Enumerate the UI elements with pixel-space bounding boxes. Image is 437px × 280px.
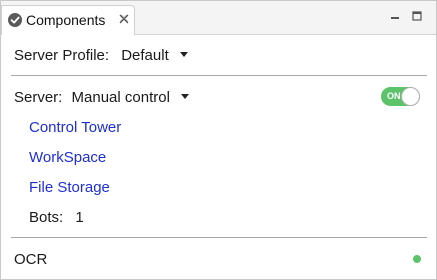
maximize-icon[interactable] <box>410 9 424 23</box>
server-profile-row: Server Profile: Default <box>14 47 188 65</box>
ocr-label: OCR <box>14 251 48 268</box>
server-profile-value: Default <box>121 47 169 64</box>
control-tower-link[interactable]: Control Tower <box>29 119 121 137</box>
server-profile-label: Server Profile: <box>14 47 110 64</box>
server-row: Server: Manual control <box>14 89 189 107</box>
server-profile-dropdown[interactable]: Default <box>121 47 188 64</box>
server-label: Server: <box>14 89 63 106</box>
chevron-down-icon <box>180 93 189 99</box>
toggle-knob <box>401 87 420 106</box>
server-toggle[interactable]: ON <box>381 87 420 106</box>
divider <box>11 237 427 238</box>
server-mode-value: Manual control <box>71 89 170 106</box>
server-mode-dropdown[interactable]: Manual control <box>72 89 189 106</box>
ocr-row: OCR <box>14 251 47 269</box>
tab-title: Components <box>26 12 106 28</box>
bots-count: 1 <box>75 209 84 226</box>
chevron-down-icon <box>179 51 188 57</box>
bots-row: Bots: 1 <box>29 209 84 227</box>
minimize-icon[interactable] <box>388 9 402 23</box>
close-icon[interactable] <box>118 13 130 25</box>
check-circle-icon <box>8 13 22 27</box>
tab-components[interactable]: Components <box>1 5 135 35</box>
bots-label: Bots: <box>29 209 64 226</box>
divider <box>11 75 427 76</box>
workspace-link[interactable]: WorkSpace <box>29 149 106 167</box>
file-storage-link[interactable]: File Storage <box>29 179 110 197</box>
status-indicator <box>413 255 421 263</box>
components-view: Components Server Profile: Default Serve… <box>0 0 437 280</box>
toggle-state-label: ON <box>387 91 401 101</box>
tab-bar: Components <box>1 1 436 35</box>
